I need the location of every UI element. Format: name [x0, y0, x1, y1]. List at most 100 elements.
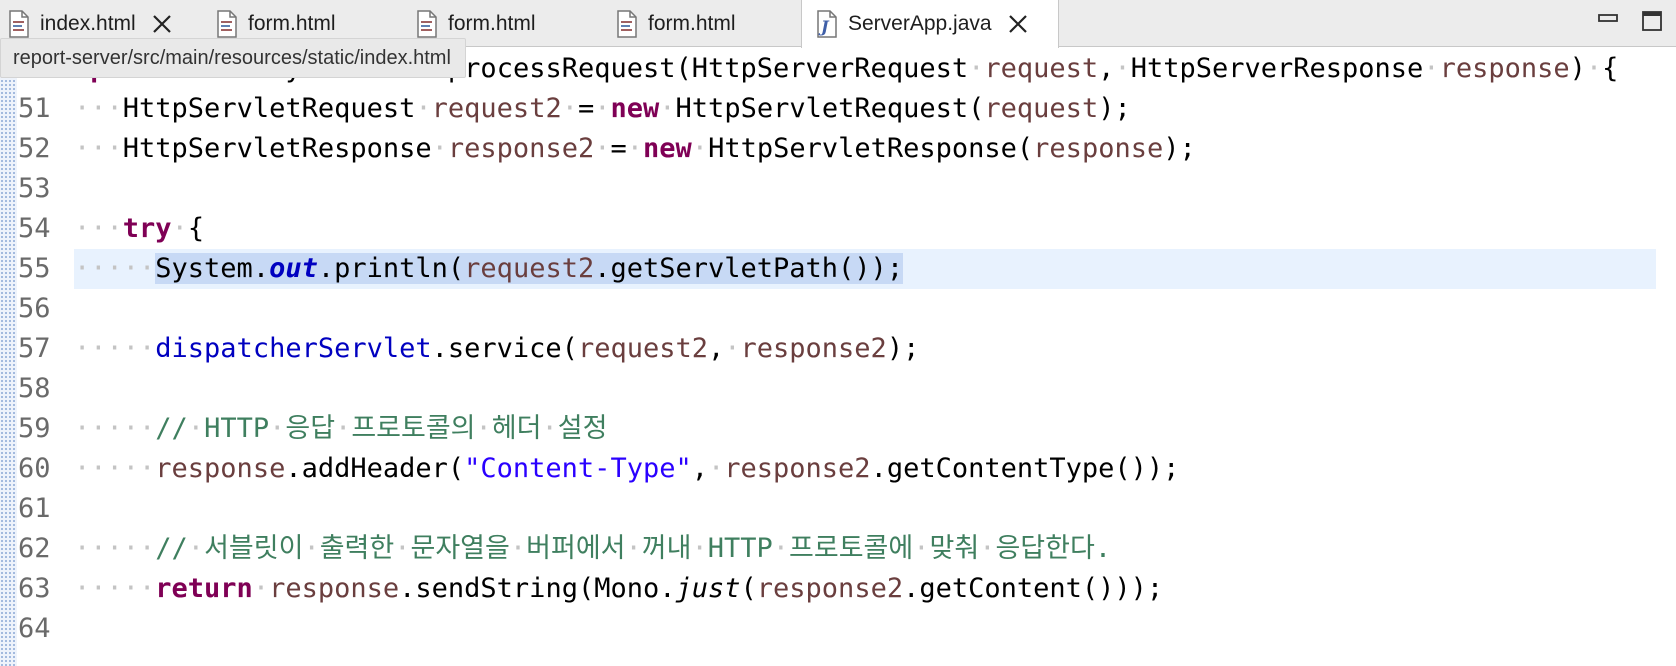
java-code-editor[interactable]: 50·private·NettyOutbound·processRequest(…: [0, 47, 1676, 666]
tab-form-html[interactable]: form.html: [600, 0, 780, 47]
code-token-whitespace: ·: [659, 93, 676, 124]
code-token-cmt: 서블릿이: [204, 533, 304, 564]
code-token-cmt: 맞춰: [929, 533, 980, 564]
code-token-whitespace: ·: [691, 533, 708, 564]
tab-label: ServerApp.java: [848, 12, 992, 35]
code-token-var: response: [1033, 133, 1164, 164]
code-token-plain: HttpServerResponse: [1130, 53, 1424, 84]
code-text: ···HttpServletRequest·request2·=·new·Htt…: [74, 89, 1131, 129]
code-token-whitespace: ·: [691, 133, 709, 164]
code-token-cmt: 응답: [285, 413, 336, 444]
code-token-whitespace: ·····: [74, 333, 156, 364]
code-line[interactable]: 54 ···try·{: [0, 209, 1676, 249]
code-text: ·····dispatcherServlet.service(request2,…: [74, 329, 919, 369]
line-number: 52: [18, 133, 51, 164]
code-line[interactable]: 51 ···HttpServletRequest·request2·=·new·H…: [0, 89, 1676, 129]
code-token-plain: ,: [1098, 53, 1115, 84]
code-token-cmt: 꺼내: [641, 533, 692, 564]
tab-label: index.html: [40, 11, 136, 35]
code-token-whitespace: ·····: [74, 453, 156, 484]
code-token-cmt: 설정: [557, 413, 608, 444]
code-token-str: "Content-Type": [464, 453, 692, 484]
code-line[interactable]: 55 ·····System.out.println(request2.getSe…: [0, 249, 1676, 289]
code-token-whitespace: ···: [74, 93, 123, 124]
maximize-icon[interactable]: [1640, 10, 1664, 31]
code-line[interactable]: 63 ·····return·response.sendString(Mono.j…: [0, 569, 1676, 609]
code-token-whitespace: ·: [772, 533, 790, 564]
code-token-whitespace: ·: [475, 413, 492, 444]
code-token-whitespace: ·: [707, 453, 725, 484]
code-token-var: request2: [577, 333, 708, 364]
line-number: 64: [18, 613, 51, 644]
close-icon[interactable]: [150, 12, 174, 36]
code-line[interactable]: 64: [0, 609, 1676, 649]
code-token-var: response2: [447, 133, 595, 164]
html-file-icon: [8, 9, 30, 38]
line-number: 53: [18, 173, 51, 204]
code-token-cmt: 버퍼에서: [526, 533, 626, 564]
code-token-whitespace: ·: [1423, 53, 1440, 84]
code-text: ·····//·HTTP·응답·프로토콜의·헤더·설정: [74, 409, 607, 449]
line-number: 56: [18, 293, 51, 324]
code-line[interactable]: 57 ·····dispatcherServlet.service(request…: [0, 329, 1676, 369]
code-token-kw: try: [122, 213, 172, 244]
code-token-whitespace: ·: [415, 93, 432, 124]
code-text: ·····return·response.sendString(Mono.jus…: [74, 569, 1163, 609]
code-token-cmt: HTTP: [707, 533, 773, 564]
code-token-plain: .service(: [431, 333, 578, 364]
java-file-icon: J: [816, 10, 838, 38]
tab-serverapp-java[interactable]: J ServerApp.java: [801, 0, 1059, 48]
line-number: 51: [18, 93, 51, 124]
line-number: 57: [18, 333, 51, 364]
code-token-whitespace: ·: [335, 413, 352, 444]
line-number: 62: [18, 533, 51, 564]
code-token-whitespace: ·: [626, 133, 644, 164]
line-number: 58: [18, 373, 51, 404]
code-line[interactable]: 52 ···HttpServletResponse·response2·=·new…: [0, 129, 1676, 169]
code-line[interactable]: 62 ·····//·서블릿이·출력한·문자열을·버퍼에서·꺼내·HTTP·프로토…: [0, 529, 1676, 569]
code-token-whitespace: ·: [252, 573, 270, 604]
file-path-tooltip: report-server/src/main/resources/static/…: [0, 38, 466, 78]
code-token-whitespace: ·····: [74, 533, 156, 564]
code-token-plain: {: [1602, 53, 1619, 84]
tab-label: form.html: [248, 11, 336, 35]
code-token-kw: return: [155, 573, 253, 604]
code-token-sfld: out: [269, 253, 318, 284]
code-token-var: response: [1439, 53, 1570, 84]
code-token-plain: .sendString(Mono.: [399, 573, 676, 604]
code-token-whitespace: ·····: [74, 573, 156, 604]
code-token-whitespace: ·: [171, 213, 188, 244]
code-token-whitespace: ·: [594, 93, 611, 124]
code-token-var: response2: [724, 453, 871, 484]
code-token-whitespace: ·: [724, 333, 741, 364]
code-token-var: request2: [464, 253, 595, 284]
code-token-plain: processRequest(HttpServerRequest: [447, 53, 969, 84]
html-file-icon: [616, 9, 638, 38]
code-token-cmt: 문자열을: [410, 533, 510, 564]
code-line[interactable]: 60 ·····response.addHeader("Content-Type"…: [0, 449, 1676, 489]
code-line[interactable]: 53: [0, 169, 1676, 209]
code-line[interactable]: 56: [0, 289, 1676, 329]
code-token-whitespace: ·: [303, 533, 320, 564]
code-line[interactable]: 58: [0, 369, 1676, 409]
code-token-plain: );: [1098, 93, 1131, 124]
code-token-var: response2: [740, 333, 887, 364]
code-token-cmt: 프로토콜에: [789, 533, 914, 564]
code-token-whitespace: ·: [509, 533, 527, 564]
code-token-plain: HttpServletResponse(: [708, 133, 1034, 164]
code-line[interactable]: 59 ·····//·HTTP·응답·프로토콜의·헤더·설정: [0, 409, 1676, 449]
code-token-whitespace: ·: [561, 93, 578, 124]
code-token-whitespace: ·: [269, 413, 286, 444]
code-text: ···try·{: [74, 209, 204, 249]
code-token-whitespace: ·: [979, 533, 996, 564]
code-token-smeth: just: [675, 573, 741, 604]
close-icon[interactable]: [1006, 12, 1030, 36]
code-line[interactable]: 61: [0, 489, 1676, 529]
line-number: 59: [18, 413, 51, 444]
code-token-fld: dispatcherServlet: [155, 333, 432, 364]
code-text: ·····System.out.println(request2.getServ…: [74, 249, 904, 289]
code-token-whitespace: ···: [74, 133, 123, 164]
code-token-sel: .println(: [317, 253, 465, 284]
code-token-plain: =: [577, 93, 595, 124]
minimize-icon[interactable]: [1596, 10, 1620, 30]
